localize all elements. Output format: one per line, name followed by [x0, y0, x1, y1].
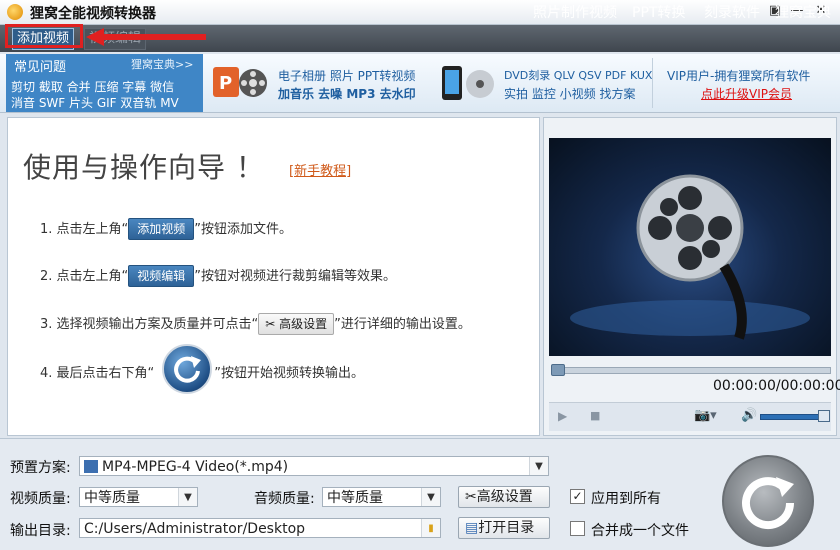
guide-step-1: 1. 点击左上角“ 添加视频 ”按钮添加文件。: [40, 218, 292, 240]
tutorial-link[interactable]: [新手教程]: [289, 160, 351, 179]
preset-select[interactable]: MP4-MPEG-4 Video(*.mp4) ▼: [79, 456, 549, 476]
guide-step-3: 3. 选择视频输出方案及质量并可点击“ ✂ 高级设置 ”进行详细的输出设置。: [40, 313, 471, 335]
ad-dvd-line-2[interactable]: 实拍 监控 小视频 找方案: [504, 85, 635, 102]
volume-slider-handle[interactable]: [818, 410, 830, 422]
toolbar-ppt-convert[interactable]: PPT转换: [632, 3, 685, 23]
apply-all-label: 应用到所有: [591, 491, 661, 507]
video-quality-value: 中等质量: [84, 490, 140, 506]
stop-icon[interactable]: ■: [590, 409, 600, 422]
open-directory-button[interactable]: ▤打开目录: [458, 517, 550, 539]
app-title: 狸窝全能视频转换器: [30, 6, 156, 22]
vip-upgrade-link[interactable]: 点此升级VIP会员: [701, 85, 792, 102]
guide-step-4-text: 4. 最后点击右下角“: [40, 366, 155, 381]
apply-all-checkbox[interactable]: ✓: [570, 489, 585, 504]
output-dir-input[interactable]: C:/Users/Administrator/Desktop ▮: [79, 518, 441, 538]
output-dir-value: C:/Users/Administrator/Desktop: [84, 521, 306, 537]
guide-step-1-text: 1. 点击左上角“: [40, 222, 129, 237]
guide-convert-icon: [162, 344, 212, 394]
video-quality-select[interactable]: 中等质量 ▼: [79, 487, 198, 507]
chevron-down-icon[interactable]: ▼: [529, 457, 548, 475]
audio-quality-label: 音频质量:: [254, 491, 315, 507]
merge-files-label: 合并成一个文件: [591, 523, 689, 539]
toolbar-liwo-guide[interactable]: 狸窝宝典: [775, 3, 831, 23]
snapshot-camera-icon[interactable]: 📷▾: [694, 408, 717, 423]
guide-step-4-suffix: ”按钮开始视频转换输出。: [214, 366, 365, 381]
svg-text:P: P: [219, 73, 232, 94]
highlight-box: [5, 24, 83, 48]
progress-slider-handle[interactable]: [551, 364, 565, 376]
faq-links-line-2[interactable]: 消音 SWF 片头 GIF 双音轨 MV: [11, 94, 179, 111]
convert-icon: [742, 477, 795, 530]
wrench-icon: ✂: [465, 489, 477, 505]
banner-divider: [652, 58, 653, 108]
ad-photo-album-line-1[interactable]: 电子相册 照片 PPT转视频: [278, 67, 415, 84]
wrench-icon: ✂: [265, 317, 280, 331]
advanced-settings-button[interactable]: ✂高级设置: [458, 486, 550, 508]
ppt-film-icon: P: [211, 63, 269, 103]
volume-icon[interactable]: 🔊: [741, 408, 757, 423]
guide-add-video-button[interactable]: 添加视频: [128, 218, 195, 240]
film-reel-icon: [570, 174, 810, 340]
video-quality-label: 视频质量:: [10, 491, 71, 507]
toolbar-photo-video[interactable]: 照片制作视频: [533, 3, 617, 23]
audio-quality-select[interactable]: 中等质量 ▼: [322, 487, 441, 507]
preset-label: 预置方案:: [10, 460, 71, 476]
merge-files-checkbox[interactable]: [570, 521, 585, 536]
guide-step-2-text: 2. 点击左上角“: [40, 269, 129, 284]
folder-icon[interactable]: ▮: [421, 519, 440, 537]
guide-advanced-label: 高级设置: [279, 317, 328, 331]
guide-step-3-suffix: ”进行详细的输出设置。: [334, 317, 471, 332]
guide-step-2: 2. 点击左上角“ 视频编辑 ”按钮对视频进行裁剪编辑等效果。: [40, 265, 396, 287]
video-format-icon: [84, 460, 98, 473]
output-dir-label: 输出目录:: [10, 523, 71, 539]
toolbar-burn-software[interactable]: 刻录软件: [704, 3, 760, 23]
faq-more-link[interactable]: 狸窝宝典>>: [131, 56, 193, 72]
guide-step-1-suffix: ”按钮添加文件。: [194, 222, 293, 237]
vip-info: VIP用户-拥有狸窝所有软件: [667, 69, 811, 83]
ad-photo-album-line-2[interactable]: 加音乐 去噪 MP3 去水印: [278, 85, 416, 102]
faq-links-line-1[interactable]: 剪切 截取 合并 压缩 字幕 微信: [11, 78, 174, 95]
guide-advanced-button[interactable]: ✂ 高级设置: [258, 313, 335, 335]
preset-value: MP4-MPEG-4 Video(*.mp4): [102, 459, 289, 475]
faq-title[interactable]: 常见问题: [14, 56, 66, 75]
play-icon[interactable]: ▶: [558, 409, 567, 423]
audio-quality-value: 中等质量: [327, 490, 383, 506]
open-directory-label: 打开目录: [478, 520, 535, 536]
annotation-arrow-icon: [86, 28, 206, 46]
guide-title: 使用与操作向导 ！: [23, 151, 265, 184]
phone-dvd-icon: [438, 62, 496, 104]
chevron-down-icon[interactable]: ▼: [178, 488, 197, 506]
video-preview-screen: [549, 138, 831, 356]
guide-step-2-suffix: ”按钮对视频进行裁剪编辑等效果。: [194, 269, 397, 284]
ad-dvd-line-1[interactable]: DVD刻录 QLV QSV PDF KUX: [504, 67, 652, 83]
guide-step-3-text: 3. 选择视频输出方案及质量并可点击“: [40, 317, 259, 332]
advanced-settings-label: 高级设置: [476, 489, 533, 505]
progress-track[interactable]: [551, 367, 831, 374]
time-display: 00:00:00/00:00:00: [713, 378, 840, 394]
app-logo-icon: [7, 4, 23, 20]
folder-icon: ▤: [465, 520, 479, 536]
guide-edit-video-button[interactable]: 视频编辑: [128, 265, 195, 287]
chevron-down-icon[interactable]: ▼: [421, 488, 440, 506]
start-convert-button[interactable]: [722, 455, 814, 547]
